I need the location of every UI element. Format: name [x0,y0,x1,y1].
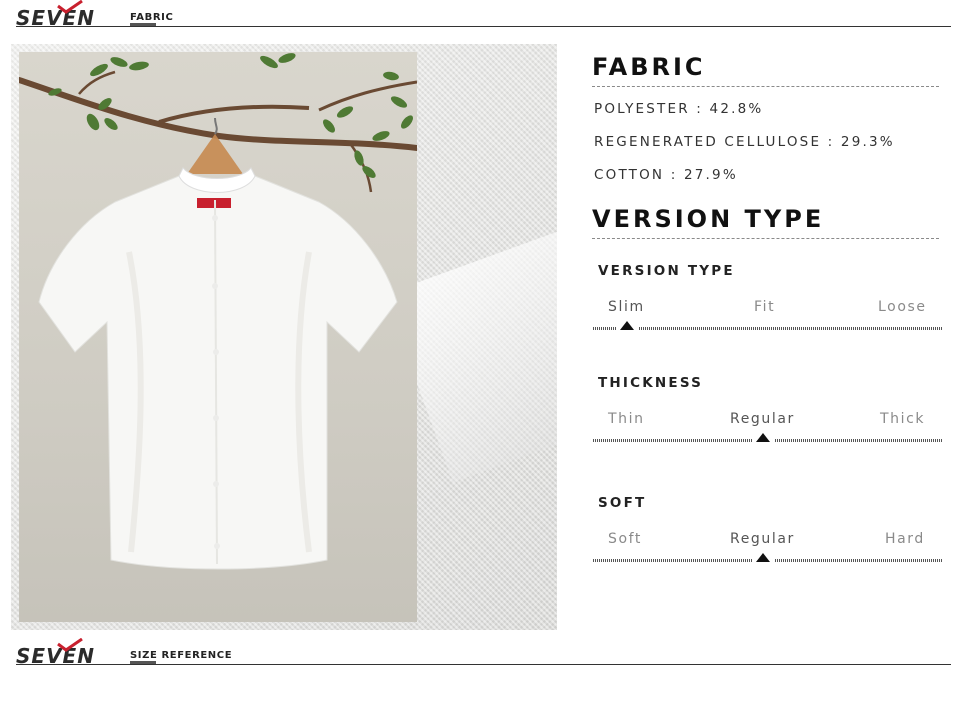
scale-option[interactable]: Regular [730,531,795,547]
header-section-label: FABRIC [130,12,174,23]
scale-thickness: THICKNESS Thin Regular Thick [592,375,942,487]
scale-title: VERSION TYPE [598,263,735,279]
footer-divider [16,664,951,665]
composition-item-cotton: COTTON : 27.9% [594,167,738,183]
composition-item-polyester: POLYESTER : 42.8% [594,101,764,117]
header-bar: SEVEN FABRIC [16,0,951,30]
composition-item-regenerated-cellulose: REGENERATED CELLULOSE : 29.3% [594,134,895,150]
scale-title: SOFT [598,495,647,511]
brand-logo[interactable]: SEVEN [16,638,126,668]
version-heading: VERSION TYPE [592,205,825,233]
scale-option[interactable]: Loose [878,299,927,315]
shirt-on-hanger-image [19,53,417,570]
footer-section-label: SIZE REFERENCE [130,650,233,661]
scale-option[interactable]: Fit [754,299,775,315]
scale-marker-icon[interactable] [755,553,770,562]
fabric-divider [592,86,939,87]
logo-check-mark-icon [57,638,83,652]
fabric-heading: FABRIC [592,53,706,81]
scale-title: THICKNESS [598,375,704,391]
product-photo [19,52,417,622]
header-divider [16,26,951,27]
scale-version-type: VERSION TYPE Slim Fit Loose [592,263,942,375]
scale-option[interactable]: Thin [608,411,645,427]
specs-panel: FABRIC POLYESTER : 42.8% REGENERATED CEL… [592,52,942,607]
scale-marker-icon[interactable] [755,433,770,442]
scale-option[interactable]: Hard [885,531,925,547]
scale-option[interactable]: Slim [608,299,645,315]
scale-soft: SOFT Soft Regular Hard [592,495,942,607]
logo-check-mark-icon [57,0,83,14]
brand-logo[interactable]: SEVEN [16,0,126,30]
scale-option[interactable]: Soft [608,531,642,547]
scale-marker-icon[interactable] [619,321,634,330]
scale-option[interactable]: Thick [880,411,925,427]
footer-bar: SEVEN SIZE REFERENCE [16,638,951,668]
fabric-composition-list: POLYESTER : 42.8% REGENERATED CELLULOSE … [592,99,942,198]
scale-track [593,327,942,330]
scale-option[interactable]: Regular [730,411,795,427]
